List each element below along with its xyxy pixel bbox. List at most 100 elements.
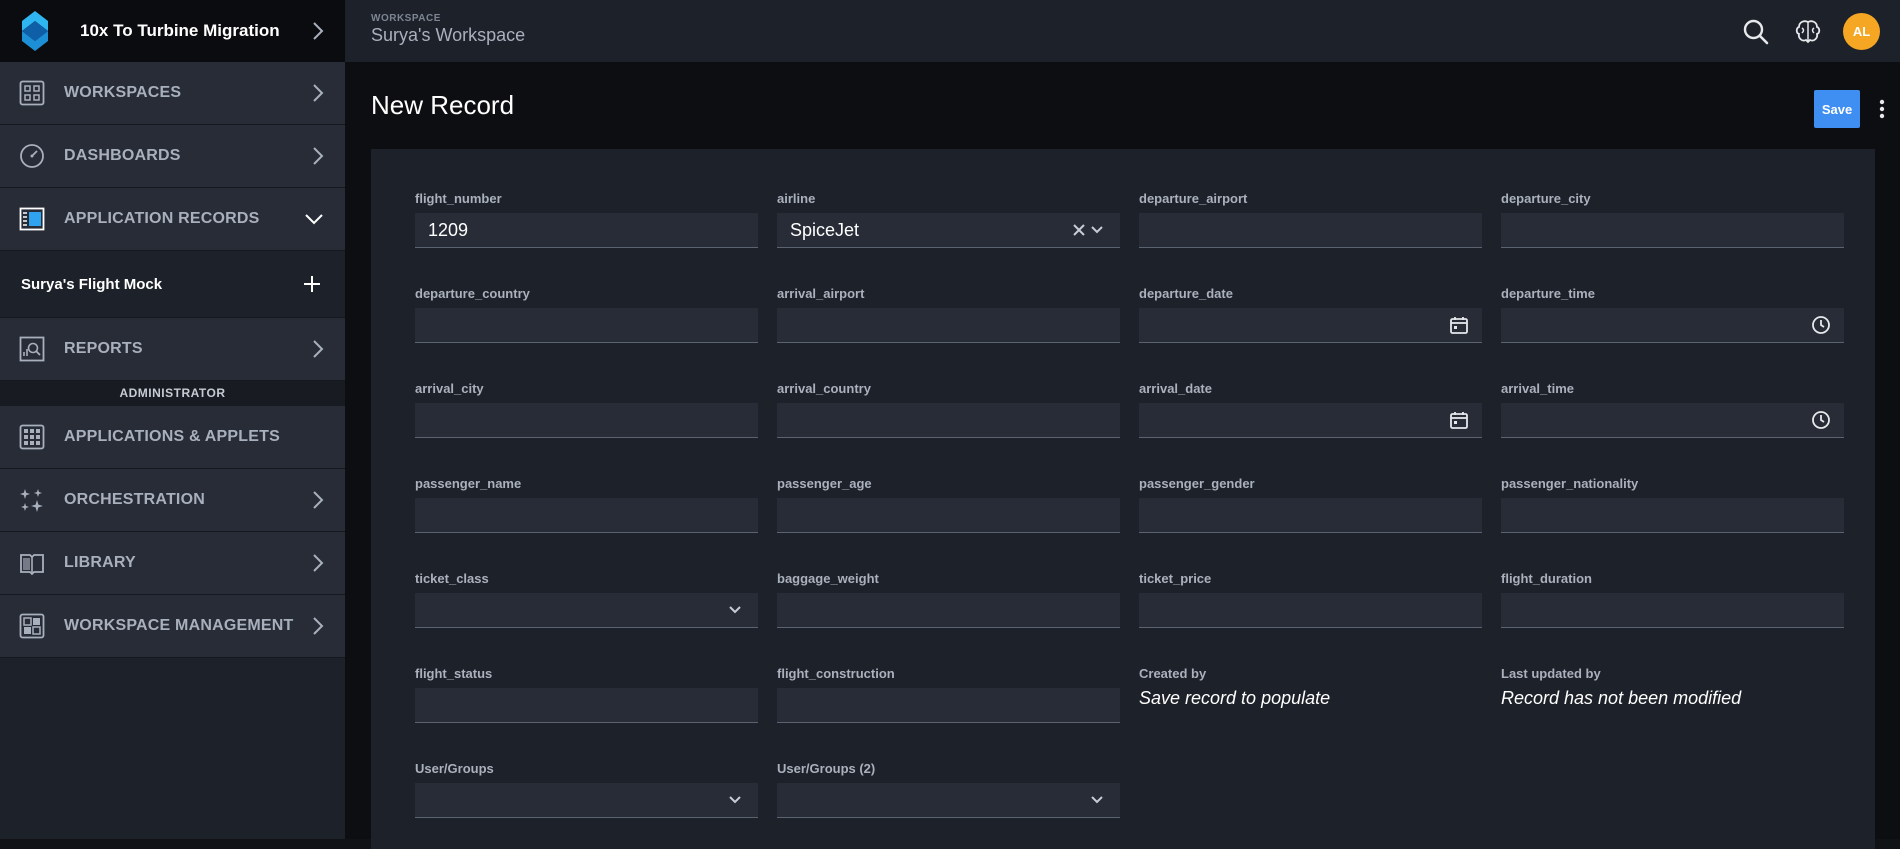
clock-icon[interactable] [1810, 314, 1832, 336]
chevron-right-icon [313, 554, 324, 572]
ticket-price-input[interactable] [1139, 593, 1482, 628]
workspace-kicker: WORKSPACE [371, 13, 441, 24]
passenger-name-input[interactable] [415, 498, 758, 533]
page-title: New Record [371, 90, 515, 120]
baggage-weight-input[interactable] [777, 593, 1120, 628]
chevron-down-icon[interactable] [1086, 789, 1108, 811]
user-groups-select[interactable] [415, 783, 758, 818]
flight-duration-input[interactable] [1501, 593, 1844, 628]
arrival-airport-input[interactable] [777, 308, 1120, 343]
sidebar-item-dashboards[interactable]: DASHBOARDS [0, 125, 345, 188]
chevron-right-icon [313, 491, 324, 509]
sidebar-subitem-suryas-flight-mock[interactable]: Surya's Flight Mock [0, 251, 345, 318]
flight-number-input[interactable]: 1209 [415, 213, 758, 248]
field-label: passenger_name [415, 476, 522, 491]
field-created-by: Created by Save record to populate [1139, 666, 1482, 709]
sidebar-item-applications-applets[interactable]: APPLICATIONS & APPLETS [0, 406, 345, 469]
sidebar-item-reports[interactable]: REPORTS [0, 318, 345, 381]
field-user-groups: User/Groups [415, 761, 758, 818]
chevron-right-icon [313, 147, 324, 165]
field-departure-airport: departure_airport [1139, 191, 1482, 248]
departure-city-input[interactable] [1501, 213, 1844, 248]
save-button[interactable]: Save [1814, 90, 1860, 128]
field-baggage-weight: baggage_weight [777, 571, 1120, 628]
brain-icon[interactable] [1791, 15, 1825, 49]
sidebar-item-workspaces[interactable]: WORKSPACES [0, 62, 345, 125]
sidebar-item-library[interactable]: LIBRARY [0, 532, 345, 595]
sidebar-item-workspace-management[interactable]: WORKSPACE MANAGEMENT [0, 595, 345, 658]
field-label: baggage_weight [777, 571, 879, 586]
departure-time-input[interactable] [1501, 308, 1844, 343]
field-departure-time: departure_time [1501, 286, 1844, 343]
field-passenger-nationality: passenger_nationality [1501, 476, 1844, 533]
layout-icon [18, 612, 46, 640]
passenger-nationality-input[interactable] [1501, 498, 1844, 533]
field-label: departure_time [1501, 286, 1595, 301]
sidebar-item-label: APPLICATION RECORDS [64, 210, 260, 227]
chevron-down-icon[interactable] [724, 599, 746, 621]
arrival-date-input[interactable] [1139, 403, 1482, 438]
field-label: airline [777, 191, 816, 206]
calendar-icon[interactable] [1448, 409, 1470, 431]
field-arrival-city: arrival_city [415, 381, 758, 438]
field-ticket-price: ticket_price [1139, 571, 1482, 628]
chevron-right-icon [313, 340, 324, 358]
chevron-down-icon[interactable] [1086, 219, 1108, 241]
sidebar-item-label: WORKSPACE MANAGEMENT [64, 617, 294, 634]
field-label: departure_airport [1139, 191, 1248, 206]
departure-date-input[interactable] [1139, 308, 1482, 343]
arrival-country-input[interactable] [777, 403, 1120, 438]
avatar[interactable]: AL [1843, 13, 1880, 50]
plus-icon[interactable] [303, 275, 321, 293]
grid-icon [18, 79, 46, 107]
departure-airport-input[interactable] [1139, 213, 1482, 248]
field-arrival-airport: arrival_airport [777, 286, 1120, 343]
user-groups-2-select[interactable] [777, 783, 1120, 818]
departure-country-input[interactable] [415, 308, 758, 343]
app-logo-icon [22, 11, 48, 51]
chevron-down-icon [305, 214, 323, 225]
flight-construction-input[interactable] [777, 688, 1120, 723]
chevron-right-icon [313, 617, 324, 635]
sidebar-item-orchestration[interactable]: ORCHESTRATION [0, 469, 345, 532]
topbar: WORKSPACE Surya's Workspace AL [345, 0, 1900, 62]
sidebar-item-label: ORCHESTRATION [64, 491, 205, 508]
chevron-down-icon[interactable] [724, 789, 746, 811]
chevron-right-icon [313, 84, 324, 102]
field-label: departure_city [1501, 191, 1591, 206]
field-passenger-gender: passenger_gender [1139, 476, 1482, 533]
field-ticket-class: ticket_class [415, 571, 758, 628]
field-label: flight_number [415, 191, 502, 206]
more-options-icon[interactable] [1878, 98, 1886, 120]
field-label: flight_status [415, 666, 493, 681]
arrival-time-input[interactable] [1501, 403, 1844, 438]
sidebar-item-application-records[interactable]: APPLICATION RECORDS [0, 188, 345, 251]
workspace-name[interactable]: Surya's Workspace [371, 25, 525, 46]
arrival-city-input[interactable] [415, 403, 758, 438]
field-passenger-age: passenger_age [777, 476, 1120, 533]
ticket-class-select[interactable] [415, 593, 758, 628]
airline-select[interactable]: SpiceJet [777, 213, 1120, 248]
search-icon[interactable] [1739, 15, 1773, 49]
app-header[interactable]: 10x To Turbine Migration [0, 0, 345, 62]
sidebar-item-label: LIBRARY [64, 554, 136, 571]
clock-icon[interactable] [1810, 409, 1832, 431]
field-label: arrival_time [1501, 381, 1574, 396]
report-icon [18, 335, 46, 363]
record-form: flight_number 1209 airline SpiceJet depa… [371, 149, 1875, 849]
clear-icon[interactable] [1072, 223, 1086, 237]
field-label: User/Groups [415, 761, 494, 776]
sidebar-subitem-label: Surya's Flight Mock [21, 275, 163, 293]
last-updated-by-value: Record has not been modified [1501, 688, 1742, 708]
created-by-value: Save record to populate [1139, 688, 1331, 708]
chevron-right-icon[interactable] [311, 20, 325, 42]
flight-status-input[interactable] [415, 688, 758, 723]
field-last-updated-by: Last updated by Record has not been modi… [1501, 666, 1844, 709]
records-icon [18, 205, 46, 233]
passenger-gender-input[interactable] [1139, 498, 1482, 533]
airline-value: SpiceJet [790, 219, 860, 240]
passenger-age-input[interactable] [777, 498, 1120, 533]
field-passenger-name: passenger_name [415, 476, 758, 533]
sparkles-icon [18, 486, 46, 514]
calendar-icon[interactable] [1448, 314, 1470, 336]
